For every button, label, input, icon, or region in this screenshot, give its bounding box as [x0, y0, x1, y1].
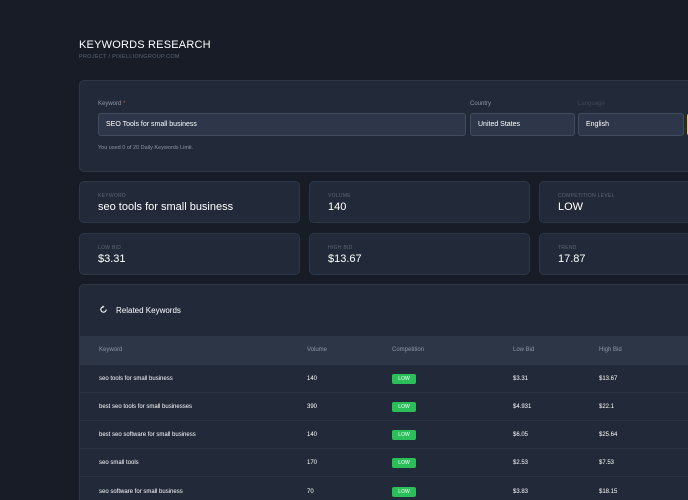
row-low-bid: $3.83 — [513, 489, 529, 495]
row-keyword: best seo tools for small businesses — [99, 404, 193, 410]
table-row[interactable]: seo software for small business 70 LOW $… — [80, 478, 688, 500]
table-row[interactable]: best seo tools for small businesses 390 … — [80, 393, 688, 421]
row-keyword: seo tools for small business — [99, 376, 173, 382]
row-high-bid: $13.67 — [599, 376, 618, 382]
row-high-bid: $7.53 — [599, 460, 615, 466]
country-select[interactable]: United States — [470, 113, 575, 136]
keyword-search-form: Keyword * SEO Tools for small business C… — [79, 80, 688, 172]
breadcrumb: PROJECT / PIXELLIONGROUP.COM — [79, 54, 180, 60]
table-header: Keyword Volume Competition Low Bid High … — [80, 336, 688, 365]
trend-stat-card: TREND 17.87 — [539, 233, 688, 275]
required-mark: * — [123, 101, 126, 107]
keyword-label: Keyword * — [98, 101, 126, 107]
row-volume: 390 — [307, 404, 318, 410]
page-title: KEYWORDS RESEARCH — [79, 39, 211, 51]
volume-stat-value: 140 — [328, 201, 347, 213]
keyword-input[interactable]: SEO Tools for small business — [98, 113, 466, 136]
related-keywords-title: Related Keywords — [116, 306, 181, 315]
competition-stat-card: COMPETITION LEVEL LOW — [539, 181, 688, 223]
competition-badge: LOW — [392, 458, 416, 468]
competition-stat-value: LOW — [558, 201, 584, 213]
competition-badge: LOW — [392, 487, 416, 497]
low-bid-stat-value: $3.31 — [98, 253, 126, 265]
language-label: Language — [578, 101, 605, 107]
row-high-bid: $22.1 — [599, 404, 615, 410]
related-keywords-header: Related Keywords — [80, 285, 688, 336]
row-volume: 140 — [307, 432, 318, 438]
keyword-stat-label: KEYWORD — [98, 193, 126, 199]
keyword-stat-card: KEYWORD seo tools for small business — [79, 181, 300, 223]
low-bid-stat-label: LOW BID — [98, 245, 122, 251]
column-low-bid[interactable]: Low Bid — [513, 347, 534, 353]
row-volume: 140 — [307, 376, 318, 382]
table-row[interactable]: seo small tools 170 LOW $2.53 $7.53 — [80, 449, 688, 477]
competition-badge: LOW — [392, 402, 416, 412]
country-label: Country — [470, 101, 492, 107]
volume-stat-card: VOLUME 140 — [309, 181, 530, 223]
column-high-bid[interactable]: High Bid — [599, 347, 622, 353]
row-keyword: best seo software for small business — [99, 432, 196, 438]
language-select[interactable]: English — [578, 113, 684, 136]
row-low-bid: $6.05 — [513, 432, 529, 438]
column-volume[interactable]: Volume — [307, 347, 327, 353]
row-keyword: seo software for small business — [99, 489, 183, 495]
column-competition[interactable]: Competition — [392, 347, 424, 353]
daily-limit-note: You used 0 of 20 Daily Keywords Limit. — [98, 145, 194, 151]
refresh-icon[interactable] — [99, 305, 108, 314]
table-row[interactable]: best seo software for small business 140… — [80, 421, 688, 449]
high-bid-stat-value: $13.67 — [328, 253, 362, 265]
row-volume: 70 — [307, 489, 314, 495]
column-keyword[interactable]: Keyword — [99, 347, 122, 353]
row-low-bid: $3.31 — [513, 376, 529, 382]
row-low-bid: $2.53 — [513, 460, 529, 466]
row-high-bid: $25.64 — [599, 432, 618, 438]
volume-stat-label: VOLUME — [328, 193, 351, 199]
related-keywords-panel: Related Keywords Keyword Volume Competit… — [79, 284, 688, 500]
row-volume: 170 — [307, 460, 318, 466]
trend-stat-label: TREND — [558, 245, 577, 251]
competition-badge: LOW — [392, 374, 416, 384]
high-bid-stat-label: HIGH BID — [328, 245, 353, 251]
keyword-stat-value: seo tools for small business — [98, 201, 234, 213]
row-high-bid: $18.15 — [599, 489, 618, 495]
trend-stat-value: 17.87 — [558, 253, 586, 265]
row-low-bid: $4.931 — [513, 404, 532, 410]
competition-stat-label: COMPETITION LEVEL — [558, 193, 615, 199]
table-row[interactable]: seo tools for small business 140 LOW $3.… — [80, 365, 688, 393]
competition-badge: LOW — [392, 430, 416, 440]
high-bid-stat-card: HIGH BID $13.67 — [309, 233, 530, 275]
low-bid-stat-card: LOW BID $3.31 — [79, 233, 300, 275]
row-keyword: seo small tools — [99, 460, 139, 466]
